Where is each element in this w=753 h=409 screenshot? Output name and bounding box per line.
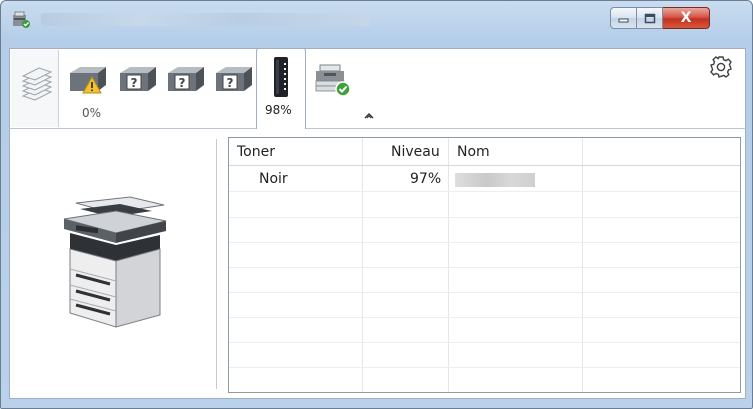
printer-illustration-icon: [63, 196, 167, 328]
toner-level-cell: 97%: [410, 171, 442, 187]
minimize-button[interactable]: [610, 7, 637, 29]
chevron-up-icon[interactable]: [364, 112, 374, 119]
table-row-empty: [229, 268, 740, 293]
status-toolbar: 0% ? ? ? 98%: [9, 48, 746, 130]
unknown-tray-icon: ?: [168, 67, 204, 91]
svg-text:?: ?: [131, 76, 138, 90]
window-title-redacted: [41, 13, 371, 26]
title-bar[interactable]: X: [1, 1, 752, 35]
toner-level: 98%: [265, 103, 292, 117]
table-row[interactable]: Noir 97%: [229, 167, 740, 192]
svg-text:?: ?: [227, 76, 234, 90]
paper-stack-tab[interactable]: [11, 50, 59, 127]
unknown-tray-icon: ?: [216, 67, 252, 91]
toner-color-cell: Noir: [259, 171, 288, 187]
unknown-tray-icon: ?: [120, 67, 156, 91]
status-monitor-window: X 0% ? ? ? 98% Toner Niveau Nom Noir 97%: [0, 0, 753, 409]
app-icon: [13, 11, 30, 28]
paper-stack-icon: [21, 67, 53, 101]
warning-tray-icon: [70, 67, 106, 94]
svg-text:?: ?: [179, 76, 186, 90]
header-name[interactable]: Nom: [457, 144, 490, 160]
toner-cartridge-icon: [274, 57, 288, 97]
tray-1-level: 0%: [82, 106, 102, 120]
tray-4-button[interactable]: ?: [214, 63, 252, 93]
maximize-icon: [644, 13, 655, 23]
device-ok-icon[interactable]: [312, 61, 352, 99]
table-row-empty: [229, 368, 740, 392]
toner-name-redacted: [455, 173, 535, 187]
device-image-pane: [10, 129, 222, 397]
table-row-empty: [229, 218, 740, 243]
minimize-icon: [618, 18, 628, 23]
toner-table: Toner Niveau Nom Noir 97%: [228, 137, 741, 393]
close-icon: X: [680, 10, 692, 26]
maximize-button[interactable]: [637, 7, 663, 29]
header-toner[interactable]: Toner: [237, 144, 275, 160]
content-area: Toner Niveau Nom Noir 97%: [9, 129, 746, 399]
table-row-empty: [229, 293, 740, 318]
table-row-empty: [229, 243, 740, 268]
tray-2-button[interactable]: ?: [118, 63, 156, 93]
header-level[interactable]: Niveau: [391, 144, 440, 160]
tray-3-button[interactable]: ?: [166, 63, 204, 93]
table-header: Toner Niveau Nom: [229, 138, 740, 166]
close-button[interactable]: X: [663, 7, 710, 29]
gear-icon[interactable]: [709, 55, 733, 79]
tray-1-button[interactable]: [68, 63, 106, 94]
table-row-empty: [229, 193, 740, 218]
table-row-empty: [229, 318, 740, 343]
pane-splitter[interactable]: [216, 139, 217, 389]
toner-tab[interactable]: 98%: [256, 48, 306, 130]
table-row-empty: [229, 343, 740, 368]
